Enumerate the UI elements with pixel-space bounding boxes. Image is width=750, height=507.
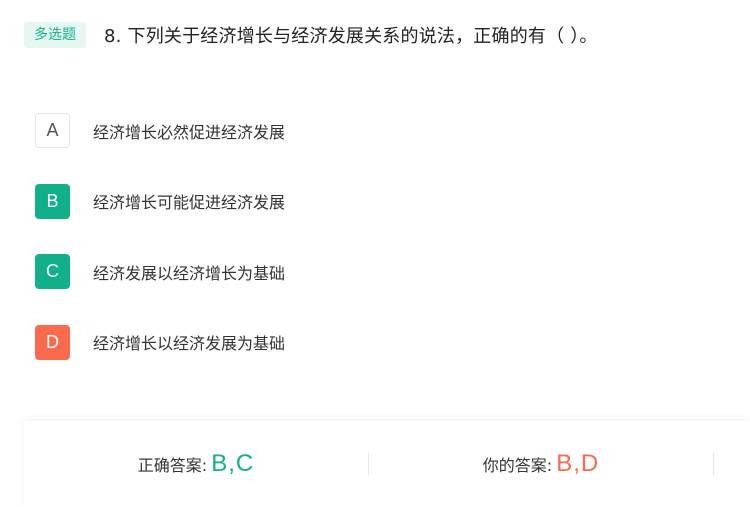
option-letter-c: C (35, 254, 70, 289)
option-letter-a: A (35, 113, 70, 148)
my-answer-label: 你的答案: (482, 456, 553, 475)
my-answer-value: B,D (556, 450, 600, 477)
option-c[interactable]: C 经济发展以经济增长为基础 (35, 254, 285, 289)
option-list: A 经济增长必然促进经济发展 B 经济增长可能促进经济发展 C 经济发展以经济增… (35, 113, 285, 395)
answer-divider-right (713, 453, 714, 475)
option-b[interactable]: B 经济增长可能促进经济发展 (35, 183, 286, 219)
option-letter-b: B (35, 183, 70, 219)
option-a[interactable]: A 经济增长必然促进经济发展 (35, 113, 285, 148)
option-text-b: 经济增长可能促进经济发展 (93, 193, 286, 212)
question-type-badge: 多选题 (24, 22, 86, 48)
option-text-c: 经济发展以经济增长为基础 (93, 263, 286, 283)
option-text-d: 经济增长以经济发展为基础 (93, 334, 286, 353)
correct-answer-label: 正确答案: (137, 456, 208, 475)
option-d[interactable]: D 经济增长以经济发展为基础 (35, 324, 286, 360)
answer-panel: 正确答案: B,C 你的答案: B,D (24, 421, 750, 507)
my-answer-block: 你的答案: B,D (369, 450, 713, 478)
option-text-a: 经济增长必然促进经济发展 (93, 122, 286, 142)
question-page: 多选题 8. 下列关于经济增长与经济发展关系的说法，正确的有（ ）。 A 经济增… (0, 0, 750, 507)
option-letter-d: D (35, 324, 70, 360)
correct-answer-block: 正确答案: B,C (24, 450, 368, 478)
question-header: 多选题 8. 下列关于经济增长与经济发展关系的说法，正确的有（ ）。 (24, 22, 598, 48)
correct-answer-value: B,C (211, 450, 255, 477)
question-text: 8. 下列关于经济增长与经济发展关系的说法，正确的有（ ）。 (104, 26, 598, 47)
